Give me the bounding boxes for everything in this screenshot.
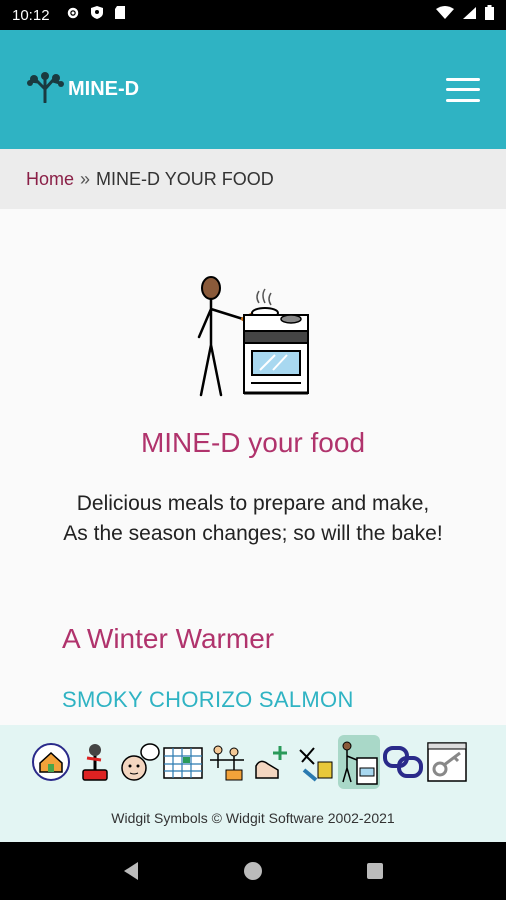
- person-cooking-icon: [185, 275, 315, 405]
- page-title: MINE-D your food: [140, 427, 366, 458]
- hand-add-icon[interactable]: [250, 739, 292, 785]
- thinking-face-icon[interactable]: [118, 739, 160, 785]
- breadcrumb-home-link[interactable]: Home: [26, 169, 74, 190]
- battery-icon: [485, 5, 494, 25]
- tagline-line-2: As the season changes; so will the bake!: [63, 522, 443, 545]
- copyright-text: Widgit Symbols © Widgit Software 2002-20…: [111, 810, 395, 826]
- symbol-panel: Widgit Symbols © Widgit Software 2002-20…: [0, 725, 506, 842]
- symbol-bar: [30, 735, 480, 789]
- calendar-grid-icon[interactable]: [162, 739, 204, 785]
- gear-icon: [66, 6, 80, 25]
- recipe-link[interactable]: SMOKY CHORIZO SALMON: [62, 687, 354, 713]
- wifi-icon: [436, 5, 454, 25]
- back-icon[interactable]: [111, 851, 151, 891]
- chain-link-icon[interactable]: [382, 739, 424, 785]
- tools-craft-icon[interactable]: [294, 739, 336, 785]
- home-circle-icon[interactable]: [233, 851, 273, 891]
- tagline-line-1: Delicious meals to prepare and make,: [76, 492, 430, 515]
- shield-icon: [90, 5, 104, 25]
- brand-name: MINE-D: [68, 78, 140, 100]
- breadcrumb: Home » MINE-D YOUR FOOD: [0, 149, 506, 209]
- breadcrumb-current: MINE-D YOUR FOOD: [96, 168, 274, 189]
- main-content: MINE-D your food Delicious meals to prep…: [0, 209, 506, 725]
- breadcrumb-separator: »: [80, 168, 91, 189]
- app-bar: MINE-D: [0, 30, 506, 149]
- status-time: 10:12: [12, 6, 50, 24]
- brand[interactable]: MINE-D: [26, 71, 139, 109]
- system-nav-bar: [0, 842, 506, 900]
- status-bar: 10:12: [0, 0, 506, 30]
- recents-icon[interactable]: [355, 851, 395, 891]
- signal-icon: [462, 6, 477, 25]
- key-window-icon[interactable]: [426, 739, 468, 785]
- cooking-icon[interactable]: [338, 735, 380, 789]
- sd-card-icon: [114, 5, 126, 25]
- joystick-icon[interactable]: [74, 739, 116, 785]
- home-icon[interactable]: [30, 739, 72, 785]
- section-heading: A Winter Warmer: [62, 623, 275, 654]
- tree-logo-icon: [26, 71, 64, 109]
- hamburger-menu-icon[interactable]: [446, 77, 480, 102]
- group-activity-icon[interactable]: [206, 739, 248, 785]
- tagline: Delicious meals to prepare and make, As …: [0, 489, 506, 549]
